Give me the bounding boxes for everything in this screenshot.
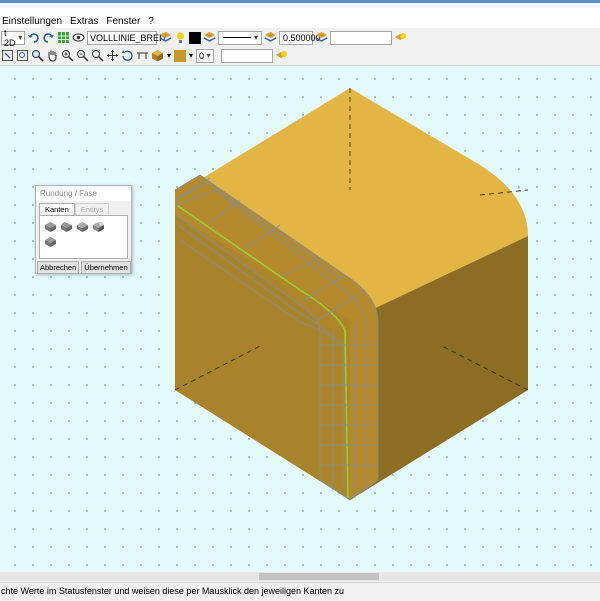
layer-icon[interactable] [159, 31, 172, 44]
zoom-icon[interactable] [31, 49, 44, 62]
horizontal-scrollbar[interactable] [0, 572, 600, 581]
zoom-all-icon[interactable] [91, 49, 104, 62]
cube-model[interactable] [0, 66, 600, 572]
layer-icon[interactable] [264, 31, 277, 44]
redo-icon[interactable] [42, 31, 55, 44]
pen-combo[interactable]: 0 ▾ [196, 48, 214, 63]
line-style-preview [223, 37, 251, 38]
toolbar-main: t 2D ▾ VOLLLINIE_BREIT ▾ 0.500000 [0, 27, 600, 48]
layer-value: VOLLLINIE_BREIT [90, 32, 168, 43]
menu-bar: Einstellungen Extras Fenster ? [0, 0, 600, 29]
zoom-out-icon[interactable] [76, 49, 89, 62]
dialog-title: Rundung / Fase [36, 186, 131, 201]
layers-bulb-icon[interactable] [275, 49, 288, 62]
grid-icon[interactable] [57, 31, 70, 44]
layer-icon[interactable] [315, 31, 328, 44]
scrollbar-thumb[interactable] [259, 573, 379, 580]
dialog-panel [39, 215, 128, 259]
apply-button[interactable]: Übernehmen [81, 261, 131, 274]
dropdown-arrow-icon[interactable]: ▾ [188, 49, 194, 62]
value-input[interactable] [330, 30, 392, 45]
window-accent-line [0, 0, 600, 3]
rotate-icon[interactable] [121, 49, 134, 62]
line-width-field[interactable]: 0.500000 [279, 30, 321, 45]
select-icon[interactable] [1, 49, 14, 62]
dropdown-arrow-icon[interactable]: ▾ [166, 49, 172, 62]
color-swatch-black[interactable] [189, 31, 201, 44]
color-swatch-gold[interactable] [174, 49, 186, 62]
chevron-down-icon: ▾ [206, 51, 211, 60]
move-icon[interactable] [106, 49, 119, 62]
status-text: chte Werte im Statusfenster und weisen d… [1, 586, 345, 596]
menu-extras[interactable]: Extras [70, 16, 98, 27]
bulb-icon[interactable] [174, 31, 187, 44]
cancel-button[interactable]: Abbrechen [37, 261, 80, 274]
menu-fenster[interactable]: Fenster [106, 16, 140, 27]
eye-icon[interactable] [72, 31, 85, 44]
layer-combo[interactable]: VOLLLINIE_BREIT [87, 30, 167, 45]
value-input-2[interactable] [221, 48, 273, 63]
view-mode-value: t 2D [4, 27, 16, 48]
zoom-in-icon[interactable] [61, 49, 74, 62]
view-mode-combo[interactable]: t 2D ▾ [1, 27, 25, 48]
chamfer-box-icon[interactable] [60, 221, 73, 233]
line-style-combo[interactable]: ▾ [218, 30, 262, 45]
toolbar-view: ▾ ▾ 0 ▾ [0, 46, 600, 66]
layers-bulb-icon[interactable] [394, 31, 407, 44]
chevron-down-icon: ▾ [18, 33, 23, 42]
menu-help[interactable]: ? [148, 16, 154, 27]
cube-icon[interactable] [151, 49, 164, 62]
chevron-down-icon: ▾ [253, 33, 258, 42]
undo-icon[interactable] [27, 31, 40, 44]
round-edge-icon[interactable] [76, 221, 89, 233]
fillet-chamfer-dialog: Rundung / Fase Kanten Entitys Abbrechen … [35, 185, 132, 274]
status-bar: chte Werte im Statusfenster und weisen d… [0, 582, 600, 601]
zoom-window-icon[interactable] [16, 49, 29, 62]
menu-einstellungen[interactable]: Einstellungen [2, 16, 62, 27]
box-variant-icon[interactable] [44, 236, 57, 248]
layer-icon[interactable] [203, 31, 216, 44]
measure-icon[interactable] [136, 49, 149, 62]
hand-icon[interactable] [46, 49, 59, 62]
fillet-box-icon[interactable] [44, 221, 57, 233]
drawing-canvas[interactable] [0, 66, 600, 572]
round-corner-icon[interactable] [92, 221, 105, 233]
